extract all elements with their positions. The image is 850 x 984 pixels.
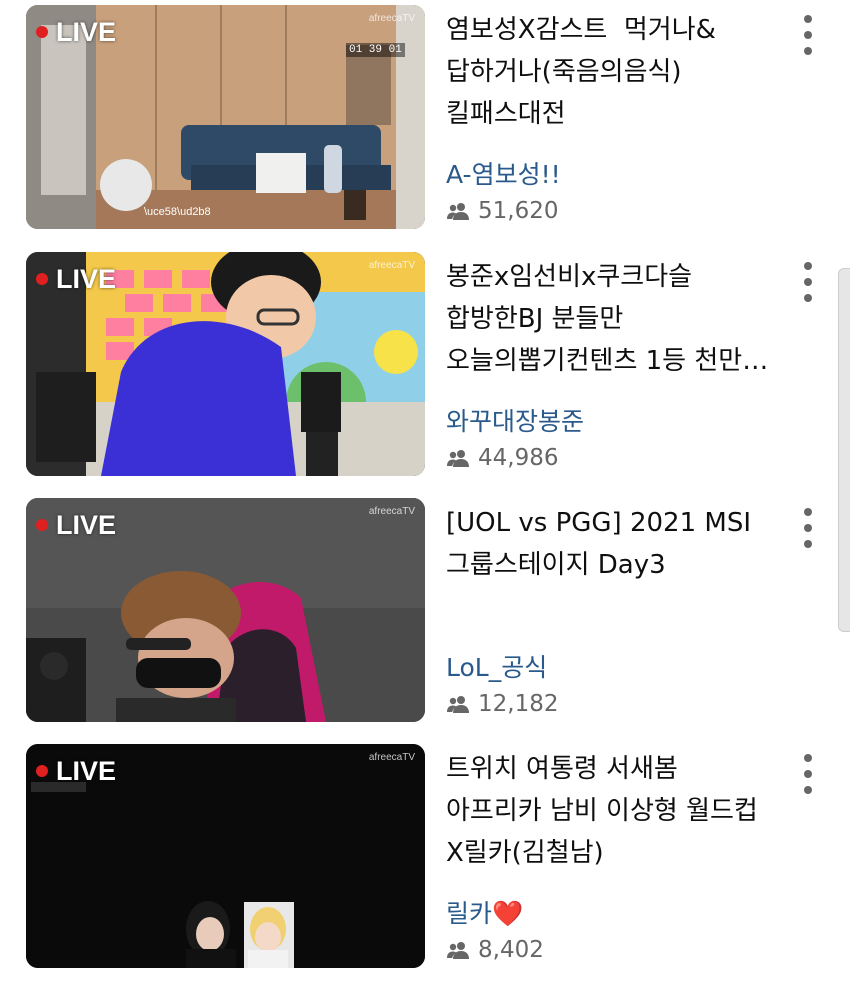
kebab-menu-icon[interactable] bbox=[796, 15, 820, 55]
live-label: LIVE bbox=[56, 509, 117, 540]
live-label: LIVE bbox=[56, 16, 117, 47]
watermark: afreecaTV bbox=[368, 506, 415, 517]
live-label: LIVE bbox=[56, 755, 117, 786]
list-item[interactable]: LIVE afreecaTV 트위치 여통령 서새봄 아프리카 남비 이상형 월… bbox=[0, 744, 850, 984]
video-thumbnail[interactable]: LIVE afreecaTV bbox=[26, 252, 425, 476]
video-title[interactable]: 트위치 여통령 서새봄 아프리카 남비 이상형 월드컵 X릴카(김철남) bbox=[446, 748, 776, 874]
viewer-count-value: 8,402 bbox=[478, 937, 544, 963]
channel-name[interactable]: LoL_공식 bbox=[446, 648, 547, 684]
list-item[interactable]: LIVE afreecaTV 봉준x임선비x쿠크다슬 합방한BJ 분들만 오늘의… bbox=[0, 252, 850, 492]
viewers-icon bbox=[447, 942, 469, 959]
viewer-count: 51,620 bbox=[446, 198, 558, 224]
video-thumbnail[interactable]: \uce58\ud2b8 LIVE afreecaTV 01 39 01 bbox=[26, 5, 425, 229]
kebab-menu-icon[interactable] bbox=[796, 262, 820, 302]
channel-name[interactable]: 와꾸대장봉준 bbox=[446, 402, 584, 438]
live-label: LIVE bbox=[56, 263, 117, 294]
video-thumbnail[interactable]: LIVE afreecaTV bbox=[26, 744, 425, 968]
watermark: afreecaTV bbox=[368, 13, 415, 24]
live-badge: LIVE bbox=[36, 15, 116, 49]
kebab-menu-icon[interactable] bbox=[796, 508, 820, 548]
live-dot-icon bbox=[36, 273, 48, 285]
live-badge: LIVE bbox=[36, 262, 116, 296]
kebab-menu-icon[interactable] bbox=[796, 754, 820, 794]
svg-text:\uce58\ud2b8: \uce58\ud2b8 bbox=[144, 206, 211, 218]
channel-name[interactable]: A-염보성!! bbox=[446, 155, 561, 191]
stream-timer: 01 39 01 bbox=[346, 43, 405, 57]
video-thumbnail[interactable]: LIVE afreecaTV bbox=[26, 498, 425, 722]
viewer-count: 8,402 bbox=[446, 937, 544, 963]
watermark: afreecaTV bbox=[368, 752, 415, 763]
video-title[interactable]: 봉준x임선비x쿠크다슬 합방한BJ 분들만 오늘의뽑기컨텐츠 1등 천만원 과… bbox=[446, 256, 776, 382]
live-dot-icon bbox=[36, 26, 48, 38]
viewer-count-value: 51,620 bbox=[478, 198, 559, 224]
viewer-count-value: 12,182 bbox=[478, 691, 559, 717]
viewers-icon bbox=[447, 450, 469, 467]
viewer-count: 44,986 bbox=[446, 445, 558, 471]
live-dot-icon bbox=[36, 519, 48, 531]
viewers-icon bbox=[447, 696, 469, 713]
video-title[interactable]: 염보성X감스트 먹거나&답하거나(죽음의음식) 킬패스대전 bbox=[446, 9, 776, 135]
video-title[interactable]: [UOL vs PGG] 2021 MSI 그룹스테이지 Day3 bbox=[446, 502, 776, 586]
viewer-count-value: 44,986 bbox=[478, 445, 559, 471]
live-badge: LIVE bbox=[36, 508, 116, 542]
list-item[interactable]: \uce58\ud2b8 LIVE afreecaTV 01 39 01 염보성… bbox=[0, 5, 850, 245]
channel-name[interactable]: 릴카❤️ bbox=[446, 894, 523, 930]
watermark: afreecaTV bbox=[368, 260, 415, 271]
live-badge: LIVE bbox=[36, 754, 116, 788]
live-dot-icon bbox=[36, 765, 48, 777]
list-item[interactable]: LIVE afreecaTV [UOL vs PGG] 2021 MSI 그룹스… bbox=[0, 498, 850, 738]
viewers-icon bbox=[447, 203, 469, 220]
viewer-count: 12,182 bbox=[446, 691, 558, 717]
scrollbar[interactable] bbox=[838, 268, 850, 632]
